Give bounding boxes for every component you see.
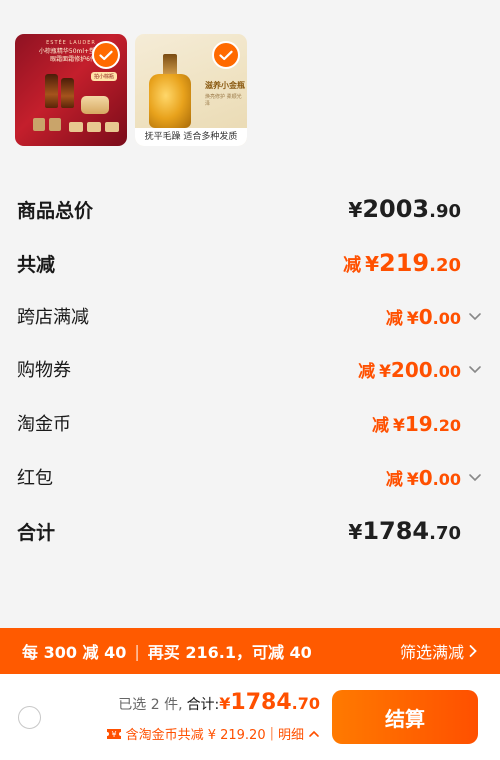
serum-bottle-icon: [61, 78, 74, 108]
oil-bottle-icon: [149, 74, 191, 128]
mini-bottle-icon: [33, 118, 45, 131]
chevron-down-icon[interactable]: [467, 308, 483, 324]
serum-bottle-icon: [45, 74, 58, 108]
row-taojinbi: 淘金币 减 ¥19.20: [17, 408, 483, 438]
row-label: 合计: [17, 521, 56, 544]
row-label: 商品总价: [17, 199, 94, 222]
ticket-icon: ¥: [106, 728, 121, 739]
checked-icon[interactable]: [92, 41, 120, 69]
chevron-down-icon[interactable]: [467, 361, 483, 377]
coupon-price: 减 ¥200.00: [358, 357, 461, 382]
detail-link[interactable]: 明细: [278, 724, 304, 743]
chevron-right-icon: [469, 645, 477, 657]
checkout-bar: 已选 2 件, 合计: ¥1784.70 ¥ 含淘金币共减 ¥ 219.20 |…: [0, 674, 500, 760]
selected-items: ESTÉE LAUDER 小棕瓶精华50ml+塑颜抗皱 眼霜面霜修护6件套 拍小…: [15, 34, 247, 146]
promo-badge: 拍小棕瓶: [91, 72, 118, 81]
checkout-button[interactable]: 结算: [332, 690, 478, 744]
taojinbi-price: 减 ¥19.20: [371, 411, 461, 436]
mini-bottle-icon: [49, 118, 61, 131]
product-caption: 抚平毛躁 适合多种发质: [135, 128, 247, 146]
mini-jar-icon: [105, 122, 119, 132]
selected-count: 已选 2 件,: [118, 697, 183, 713]
promo-rule: 每 300 减 40: [22, 643, 127, 662]
bottle-cap-icon: [163, 54, 177, 76]
subtotal-price: ¥1784.70: [348, 517, 461, 545]
row-label: 跨店满减: [17, 307, 89, 328]
filter-label: 筛选满减: [399, 643, 464, 662]
saving-divider: |: [269, 726, 274, 741]
row-red-packet[interactable]: 红包 减 ¥0.00: [17, 462, 483, 492]
checked-icon[interactable]: [212, 41, 240, 69]
saving-text: 含淘金币共减 ¥ 219.20: [125, 728, 266, 743]
total-label: 合计:: [186, 697, 220, 713]
mini-jar-icon: [87, 122, 101, 132]
row-total-reduce: 共减 减 ¥219.20: [17, 248, 483, 278]
select-all-radio[interactable]: [18, 706, 41, 729]
product-name: 滋养小金瓶: [205, 81, 245, 90]
saving-detail-toggle[interactable]: ¥ 含淘金币共减 ¥ 219.20 | 明细: [106, 724, 320, 743]
row-subtotal: 合计 ¥1784.70: [17, 516, 483, 546]
row-label: 共减: [17, 253, 56, 276]
cross-store-price: 减 ¥0.00: [385, 304, 461, 329]
product-thumbnail-hair-oil[interactable]: 滋养小金瓶 焕亮修护 柔顺光泽 抚平毛躁 适合多种发质: [135, 34, 247, 146]
promo-bar: 每 300 减 40 | 再买 216.1，可减 40 筛选满减: [0, 628, 500, 674]
row-cross-store[interactable]: 跨店满减 减 ¥0.00: [17, 301, 483, 331]
row-label: 红包: [17, 468, 53, 489]
chevron-down-icon[interactable]: [467, 469, 483, 485]
row-coupon[interactable]: 购物券 减 ¥200.00: [17, 354, 483, 384]
product-thumbnail-skincare-set[interactable]: ESTÉE LAUDER 小棕瓶精华50ml+塑颜抗皱 眼霜面霜修护6件套 拍小…: [15, 34, 127, 146]
checkout-total: ¥1784.70: [219, 690, 320, 715]
red-packet-price: 减 ¥0.00: [385, 465, 461, 490]
row-label: 购物券: [17, 360, 71, 381]
row-label: 淘金币: [17, 414, 71, 435]
product-sub: 焕亮修护 柔顺光泽: [205, 94, 242, 107]
total-goods-price: ¥2003.90: [348, 195, 461, 223]
total-reduce-price: 减 ¥219.20: [343, 249, 461, 277]
chevron-up-icon: [309, 730, 319, 737]
checkout-summary: 已选 2 件, 合计: ¥1784.70: [118, 690, 320, 715]
promo-hint: 再买 216.1，可减 40: [147, 643, 312, 662]
row-total-goods: 商品总价 ¥2003.90: [17, 194, 483, 224]
promo-divider: |: [134, 641, 140, 661]
filter-discount-link[interactable]: 筛选满减: [400, 639, 478, 663]
svg-text:¥: ¥: [111, 730, 116, 739]
mini-jar-icon: [69, 122, 83, 132]
cream-jar-icon: [81, 96, 109, 114]
